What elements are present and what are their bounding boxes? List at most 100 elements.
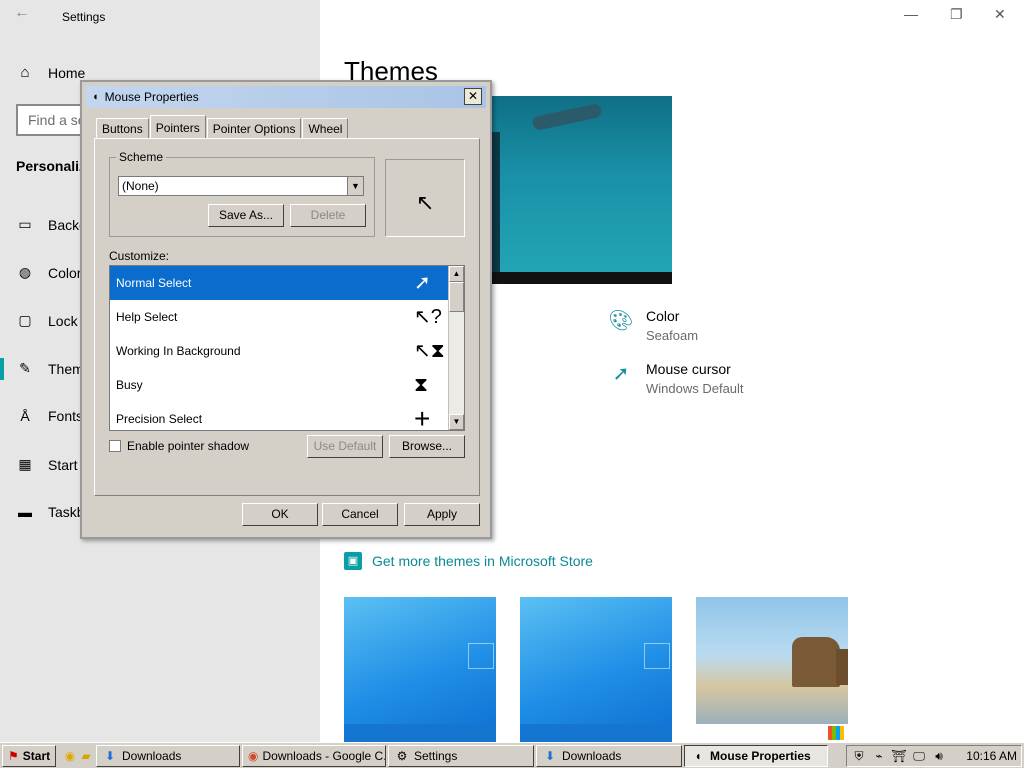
monitor-icon[interactable]: 🖵︎ xyxy=(911,748,927,764)
list-item[interactable]: Normal Select ➚ xyxy=(110,266,464,300)
customize-label: Customize: xyxy=(109,249,170,263)
chevron-down-icon[interactable]: ▼ xyxy=(347,177,363,195)
cursor-preview-icon: ↖ xyxy=(416,190,435,215)
shield-icon[interactable]: ⛨ xyxy=(851,748,867,764)
back-arrow-icon[interactable]: ← xyxy=(14,4,30,22)
preview-swimmer xyxy=(531,102,603,132)
scheme-dropdown[interactable]: (None) ▼ xyxy=(118,176,364,196)
list-item[interactable]: Help Select ↖? xyxy=(110,300,464,334)
palette-icon: ◍ xyxy=(18,264,32,280)
sidebar-item-label: Start xyxy=(48,456,78,473)
mouse-cursor-setting[interactable]: ➚ Mouse cursor Windows Default xyxy=(608,361,744,396)
minimize-icon[interactable]: — xyxy=(904,6,918,22)
taskbar-item-downloads-2[interactable]: ⬇ Downloads xyxy=(536,744,682,767)
close-icon[interactable]: ✕ xyxy=(994,6,1006,23)
taskbar-item-label: Downloads xyxy=(122,748,182,763)
sidebar-item-lock-screen[interactable]: ▢ Lock xyxy=(16,312,77,329)
folder-icon[interactable]: ▰ xyxy=(78,748,94,764)
taskbar-item-label: Settings xyxy=(414,748,458,763)
preview-taskbar-strip xyxy=(490,272,672,284)
crosshair-icon: + xyxy=(414,403,431,431)
system-tray: ⛨ ⌁ ⛩ 🖵︎ 🔊︎ 10:16 AM xyxy=(846,745,1022,767)
busy-hourglass-icon: ⧗ xyxy=(414,374,429,396)
list-item[interactable]: Working In Background ↖⧗ xyxy=(110,334,464,368)
nav-home-label: Home xyxy=(48,64,86,81)
color-setting[interactable]: 🎨︎ Color Seafoam xyxy=(608,308,698,343)
taskbar-item-downloads[interactable]: ⬇ Downloads xyxy=(96,744,240,767)
pointer-shadow-option[interactable]: Enable pointer shadow xyxy=(109,439,249,453)
start-button[interactable]: ⚑ Start xyxy=(2,744,56,767)
theme-thumbnail[interactable] xyxy=(696,597,848,742)
pointers-tab-panel: Scheme (None) ▼ Save As... Delete ↖ Cust… xyxy=(94,138,480,496)
pointer-name: Working In Background xyxy=(116,344,241,358)
working-cursor-icon: ↖⧗ xyxy=(414,340,445,362)
network-off-icon[interactable]: ⌁ xyxy=(871,748,887,764)
tab-buttons[interactable]: Buttons xyxy=(96,118,149,138)
thumbnail-taskbar xyxy=(520,724,672,742)
ok-button[interactable]: OK xyxy=(242,503,318,526)
tab-wheel[interactable]: Wheel xyxy=(302,118,349,138)
cursor-icon: ➚ xyxy=(612,363,630,385)
sidebar-item-themes[interactable]: ✎ Them xyxy=(16,360,84,377)
chrome-icon: ◉ xyxy=(248,748,259,763)
tab-pointer-options[interactable]: Pointer Options xyxy=(206,118,302,138)
download-arrow-icon: ⬇ xyxy=(544,748,556,763)
fonts-icon: Å xyxy=(20,408,30,424)
store-bag-icon: ▣ xyxy=(344,552,362,570)
sidebar-item-background[interactable]: ▭ Backg xyxy=(16,216,87,233)
scroll-down-icon[interactable]: ▼ xyxy=(449,414,464,430)
download-arrow-icon: ⬇ xyxy=(104,748,116,763)
list-item[interactable]: Precision Select + xyxy=(110,402,464,431)
chrome-icon[interactable]: ◉ xyxy=(62,748,78,764)
pointer-name: Precision Select xyxy=(116,412,203,426)
delete-button[interactable]: Delete xyxy=(290,204,366,227)
sidebar-item-label: Fonts xyxy=(48,408,84,424)
list-item[interactable]: Busy ⧗ xyxy=(110,368,464,402)
nav-home[interactable]: ⌂ Home xyxy=(16,64,85,81)
windows-logo-icon xyxy=(644,643,670,669)
pointer-name: Normal Select xyxy=(116,276,192,290)
selected-indicator xyxy=(0,358,4,380)
sidebar-item-label: Them xyxy=(48,360,84,377)
dialog-close-button[interactable]: ✕ xyxy=(464,88,482,105)
pointer-list[interactable]: Normal Select ➚ Help Select ↖? Working I… xyxy=(109,265,465,431)
taskbar-item-chrome-downloads[interactable]: ◉ Downloads - Google C... xyxy=(242,744,386,767)
use-default-button[interactable]: Use Default xyxy=(307,435,383,458)
scheme-group: Scheme (None) ▼ Save As... Delete xyxy=(109,150,375,237)
thumbnail-taskbar xyxy=(696,724,848,742)
sidebar-item-start[interactable]: ▦ Start xyxy=(16,456,78,473)
dialog-title: Mouse Properties xyxy=(104,90,199,104)
taskbar-item-mouse-properties[interactable]: ◖ Mouse Properties xyxy=(684,744,828,767)
restore-icon[interactable]: ❐ xyxy=(950,6,963,23)
clock[interactable]: 10:16 AM xyxy=(966,749,1017,763)
theme-thumbnail[interactable] xyxy=(520,597,672,742)
apply-button[interactable]: Apply xyxy=(404,503,480,526)
browse-button[interactable]: Browse... xyxy=(389,435,465,458)
thumbnail-taskbar xyxy=(344,724,496,742)
dialog-titlebar[interactable]: ◖ Mouse Properties ✕ xyxy=(86,86,486,108)
input-method-icon[interactable]: ⛩ xyxy=(891,748,907,764)
list-scrollbar[interactable]: ▲ ▼ xyxy=(448,266,464,430)
cancel-button[interactable]: Cancel xyxy=(322,503,398,526)
sidebar-item-colors[interactable]: ◍ Colors xyxy=(16,264,89,281)
palette-icon: 🎨︎ xyxy=(608,310,634,332)
thumbnail-rock xyxy=(836,649,848,685)
image-icon: ▭ xyxy=(18,216,32,232)
taskbar-item-label: Downloads xyxy=(562,748,622,763)
taskbar-item-label: Downloads - Google C... xyxy=(262,748,386,763)
scroll-up-icon[interactable]: ▲ xyxy=(449,266,464,282)
search-placeholder: Find a se xyxy=(28,112,86,128)
start-label: Start xyxy=(22,748,51,763)
thumbnail-rock xyxy=(792,637,840,687)
sidebar-item-fonts[interactable]: Å Fonts xyxy=(16,408,83,424)
volume-icon[interactable]: 🔊︎ xyxy=(931,748,947,764)
pointer-shadow-checkbox[interactable] xyxy=(109,440,121,452)
save-as-button[interactable]: Save As... xyxy=(208,204,284,227)
scheme-legend: Scheme xyxy=(116,150,167,164)
scroll-thumb[interactable] xyxy=(449,282,464,312)
sidebar-item-taskbar[interactable]: ▬ Taskb xyxy=(16,504,85,520)
store-link[interactable]: ▣ Get more themes in Microsoft Store xyxy=(344,552,593,570)
tab-pointers[interactable]: Pointers xyxy=(149,115,206,138)
taskbar-item-settings[interactable]: ⚙ Settings xyxy=(388,744,534,767)
theme-thumbnail[interactable] xyxy=(344,597,496,742)
